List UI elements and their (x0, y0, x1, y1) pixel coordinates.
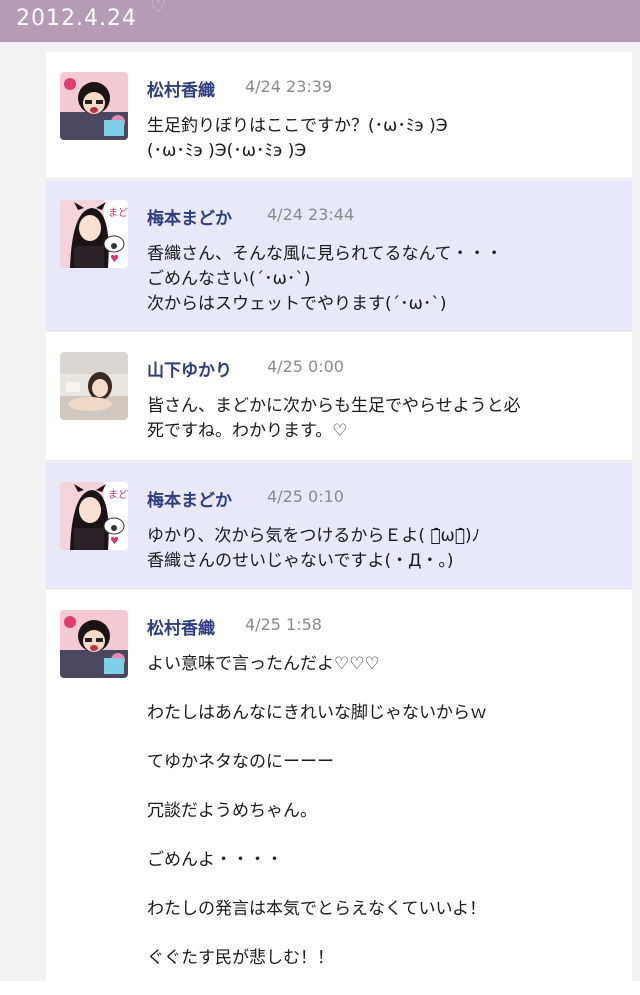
comment-body: 生足釣りぼりはここですか？(･ω･ﾐэ )Э (･ω･ﾐэ )Э(･ω･ﾐэ )… (147, 114, 620, 164)
comment-timestamp: 4/25 1:58 (245, 615, 322, 634)
comment-line: 皆さん、まどかに次からも生足でやらせようと必 (147, 396, 521, 416)
comment-line: 生足釣りぼりはここですか？(･ω･ﾐэ )Э (147, 116, 448, 136)
comment-body: 香織さん、そんな風に見られてるなんて・・・ ごめんなさい(´･ω･`) 次からは… (147, 242, 620, 317)
date-header: 2012.4.24 (16, 6, 137, 31)
comment-paragraph: ぐぐたす民が悲しむ！！ (147, 948, 334, 968)
comment-paragraph: わたしの発言は本気でとらえなくていいよ！ (147, 899, 487, 919)
comment-line: 次からはスウェットでやります(´･ω･`) (147, 294, 447, 314)
comment-timeline: 松村香織 4/24 23:39 生足釣りぼりはここですか？(･ω･ﾐэ )Э (… (0, 42, 640, 981)
avatar[interactable] (60, 610, 128, 678)
svg-text:まど: まど (108, 489, 128, 501)
avatar[interactable]: まど ♥ (60, 482, 128, 550)
comment-line: 香織さん、そんな風に見られてるなんて・・・ (147, 244, 503, 264)
comment-author[interactable]: 松村香織 (147, 76, 215, 101)
comment-line: 香織さんのせいじゃないですよ(・Д・。) (147, 551, 454, 571)
comment-timestamp: 4/24 23:44 (267, 205, 355, 224)
comment-timestamp: 4/25 0:00 (267, 357, 344, 376)
comment-item: 松村香織 4/24 23:39 生足釣りぼりはここですか？(･ω･ﾐэ )Э (… (46, 52, 632, 179)
comment-line: ゆかり、次から気をつけるからＥよ( ･̑̑ω･̑̑)ﾉ (147, 526, 481, 546)
comment-author[interactable]: 梅本まどか (147, 204, 232, 229)
comment-paragraph: わたしはあんなにきれいな脚じゃないからｗ (147, 703, 487, 723)
comment-body: よい意味で言ったんだよ♡♡♡ わたしはあんなにきれいな脚じゃないからｗ てゆかネ… (147, 652, 620, 995)
comment-author[interactable]: 梅本まどか (147, 486, 232, 511)
comment-item: まど ♥ 梅本まどか 4/24 23:44 香織さん、そんな風に見られてるなんて… (46, 180, 632, 331)
comment-author[interactable]: 山下ゆかり (147, 356, 232, 381)
comment-line: ごめんなさい(´･ω･`) (147, 269, 311, 289)
svg-text:まど: まど (108, 207, 128, 219)
comment-item: まど ♥ 梅本まどか 4/25 0:10 ゆかり、次から気をつけるからＥよ( ･… (46, 462, 632, 589)
avatar[interactable] (60, 352, 128, 420)
comment-paragraph: よい意味で言ったんだよ♡♡♡ (147, 654, 380, 674)
comment-paragraph: 冗談だようめちゃん。 (147, 801, 317, 821)
comment-line: 死ですね。わかります。♡ (147, 421, 348, 441)
date-header-bar: 2012.4.24 ♡ (0, 0, 640, 42)
avatar[interactable] (60, 72, 128, 140)
comment-paragraph: ごめんよ・・・・ (147, 850, 283, 870)
comment-timestamp: 4/25 0:10 (267, 487, 344, 506)
comment-body: 皆さん、まどかに次からも生足でやらせようと必 死ですね。わかります。♡ (147, 394, 620, 444)
comment-author[interactable]: 松村香織 (147, 614, 215, 639)
comment-paragraph: てゆかネタなのにーーー (147, 752, 334, 772)
avatar[interactable]: まど ♥ (60, 200, 128, 268)
comment-item: 松村香織 4/25 1:58 よい意味で言ったんだよ♡♡♡ わたしはあんなにきれ… (46, 590, 632, 981)
heart-icon: ♡ (150, 0, 167, 17)
svg-text:♥: ♥ (110, 536, 119, 547)
svg-text:♥: ♥ (110, 254, 119, 265)
comment-body: ゆかり、次から気をつけるからＥよ( ･̑̑ω･̑̑)ﾉ 香織さんのせいじゃないで… (147, 524, 620, 574)
comment-line: (･ω･ﾐэ )Э(･ω･ﾐэ )Э (147, 141, 307, 161)
comment-timestamp: 4/24 23:39 (245, 77, 333, 96)
comment-item: 山下ゆかり 4/25 0:00 皆さん、まどかに次からも生足でやらせようと必 死… (46, 332, 632, 461)
